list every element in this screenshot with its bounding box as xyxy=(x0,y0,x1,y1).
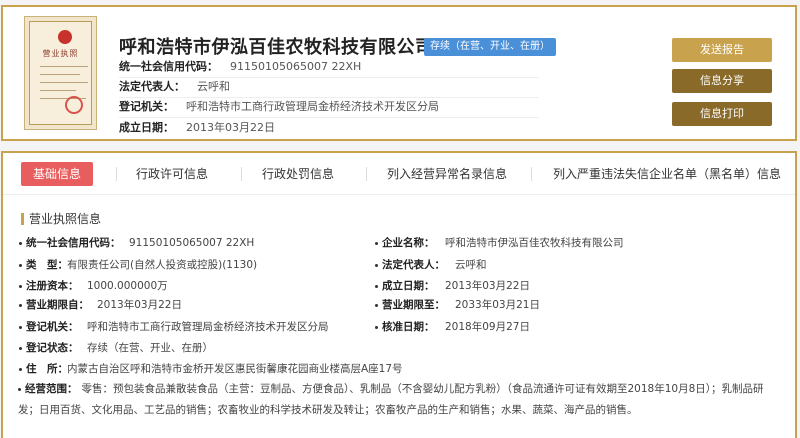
legal-rep-row: 法定代表人： 云呼和 xyxy=(119,77,230,97)
national-emblem-icon xyxy=(58,30,72,44)
license-text-line xyxy=(40,66,88,67)
field-authority: 登记机关： 呼和浩特市工商行政管理局金桥经济技术开发区分局 xyxy=(19,318,369,336)
field-label: 营业期限自： xyxy=(26,299,89,311)
company-header-card: 营业执照 呼和浩特市伊泓百佳农牧科技有限公司 存续（在营、开业、在册） 统一社会… xyxy=(1,5,797,141)
tab-separator xyxy=(116,167,117,181)
field-business-scope: 经营范围： 零售：预包装食品兼散装食品（主营：豆制品、方便食品）、乳制品（不含婴幼… xyxy=(18,379,778,421)
field-label: 成立日期： xyxy=(382,280,435,292)
founded-label: 成立日期： xyxy=(119,121,174,134)
credit-code-value: 91150105065007 22XH xyxy=(230,60,362,73)
credit-code-label: 统一社会信用代码： xyxy=(119,60,218,73)
tab-basic-info[interactable]: 基础信息 xyxy=(21,162,94,186)
field-value: 1000.000000万 xyxy=(87,280,168,292)
field-label: 住 所： xyxy=(26,363,68,375)
field-label: 核准日期： xyxy=(382,321,435,333)
bullet xyxy=(19,264,22,267)
credit-code-row: 统一社会信用代码： 91150105065007 22XH xyxy=(119,57,361,77)
tab-admin-permit[interactable]: 行政许可信息 xyxy=(136,162,208,186)
field-founded: 成立日期： 2013年03月22日 xyxy=(375,277,775,295)
bullet xyxy=(19,326,22,329)
business-license-image[interactable]: 营业执照 xyxy=(24,16,97,130)
legal-rep-label: 法定代表人： xyxy=(119,80,185,93)
bullet xyxy=(18,388,21,391)
field-credit-code: 统一社会信用代码： 91150105065007 22XH xyxy=(19,234,369,252)
founded-row: 成立日期： 2013年03月22日 xyxy=(119,118,275,138)
license-frame: 营业执照 xyxy=(29,21,92,125)
field-term-to: 营业期限至： 2033年03月21日 xyxy=(375,296,775,314)
field-type: 类 型： 有限责任公司(自然人投资或控股)(1130) xyxy=(19,256,369,274)
field-label: 营业期限至： xyxy=(382,299,445,311)
license-image-title: 营业执照 xyxy=(42,49,79,58)
bullet xyxy=(375,242,378,245)
field-value: 2018年09月27日 xyxy=(445,321,530,333)
field-value: 2013年03月22日 xyxy=(97,299,182,311)
bullet xyxy=(375,304,378,307)
field-label: 类 型： xyxy=(26,259,68,271)
field-value: 云呼和 xyxy=(455,259,487,271)
bullet xyxy=(375,264,378,267)
field-label: 法定代表人： xyxy=(382,259,445,271)
field-label: 企业名称： xyxy=(382,237,435,249)
field-approval-date: 核准日期： 2018年09月27日 xyxy=(375,318,775,336)
bullet xyxy=(19,304,22,307)
field-value: 2013年03月22日 xyxy=(445,280,530,292)
license-text-line xyxy=(40,90,76,91)
company-name: 呼和浩特市伊泓百佳农牧科技有限公司 xyxy=(119,37,434,58)
field-label: 统一社会信用代码： xyxy=(26,237,121,249)
field-value: 呼和浩特市伊泓百佳农牧科技有限公司 xyxy=(445,237,624,249)
tab-separator xyxy=(366,167,367,181)
field-registered-capital: 注册资本： 1000.000000万 xyxy=(19,277,369,295)
field-registration-status: 登记状态： 存续（在营、开业、在册） xyxy=(19,339,369,357)
license-text-line xyxy=(40,74,80,75)
field-legal-rep: 法定代表人： 云呼和 xyxy=(375,256,775,274)
authority-row: 登记机关： 呼和浩特市工商行政管理局金桥经济技术开发区分局 xyxy=(119,97,439,117)
tab-admin-penalty[interactable]: 行政处罚信息 xyxy=(262,162,334,186)
field-company-name: 企业名称： 呼和浩特市伊泓百佳农牧科技有限公司 xyxy=(375,234,775,252)
license-text-line xyxy=(40,82,88,83)
authority-value: 呼和浩特市工商行政管理局金桥经济技术开发区分局 xyxy=(186,100,439,113)
field-address: 住 所： 内蒙古自治区呼和浩特市金桥开发区惠民街馨康花园商业楼高层A座17号 xyxy=(19,360,779,378)
field-value: 呼和浩特市工商行政管理局金桥经济技术开发区分局 xyxy=(87,321,329,333)
tab-separator xyxy=(531,167,532,181)
field-value: 零售：预包装食品兼散装食品（主营：豆制品、方便食品）、乳制品（不含婴幼儿配方乳粉… xyxy=(18,383,764,416)
bullet xyxy=(375,285,378,288)
tab-bar: 基础信息 行政许可信息 行政处罚信息 列入经营异常名录信息 列入严重违法失信企业… xyxy=(3,153,795,195)
bullet xyxy=(19,347,22,350)
field-label: 登记机关： xyxy=(26,321,79,333)
bullet xyxy=(19,285,22,288)
tab-separator xyxy=(241,167,242,181)
send-report-button[interactable]: 发送报告 xyxy=(672,38,772,62)
bullet xyxy=(375,326,378,329)
share-info-button[interactable]: 信息分享 xyxy=(672,69,772,93)
field-value: 存续（在营、开业、在册） xyxy=(87,342,213,354)
bullet xyxy=(19,368,22,371)
field-value: 91150105065007 22XH xyxy=(129,237,255,249)
field-term-from: 营业期限自： 2013年03月22日 xyxy=(19,296,369,314)
field-value: 2033年03月21日 xyxy=(455,299,540,311)
tab-blacklist[interactable]: 列入严重违法失信企业名单（黑名单）信息 xyxy=(553,162,781,186)
section-title: 营业执照信息 xyxy=(21,211,101,227)
tab-abnormal-list[interactable]: 列入经营异常名录信息 xyxy=(387,162,507,186)
field-value: 内蒙古自治区呼和浩特市金桥开发区惠民街馨康花园商业楼高层A座17号 xyxy=(67,363,403,375)
legal-rep-value: 云呼和 xyxy=(197,80,230,93)
field-label: 登记状态： xyxy=(26,342,79,354)
status-badge: 存续（在营、开业、在册） xyxy=(424,38,556,56)
authority-label: 登记机关： xyxy=(119,100,174,113)
field-label: 注册资本： xyxy=(26,280,79,292)
field-value: 有限责任公司(自然人投资或控股)(1130) xyxy=(67,259,258,271)
bullet xyxy=(19,242,22,245)
field-label: 经营范围： xyxy=(25,383,78,395)
print-info-button[interactable]: 信息打印 xyxy=(672,102,772,126)
founded-value: 2013年03月22日 xyxy=(186,121,275,134)
red-seal-icon xyxy=(65,96,83,114)
